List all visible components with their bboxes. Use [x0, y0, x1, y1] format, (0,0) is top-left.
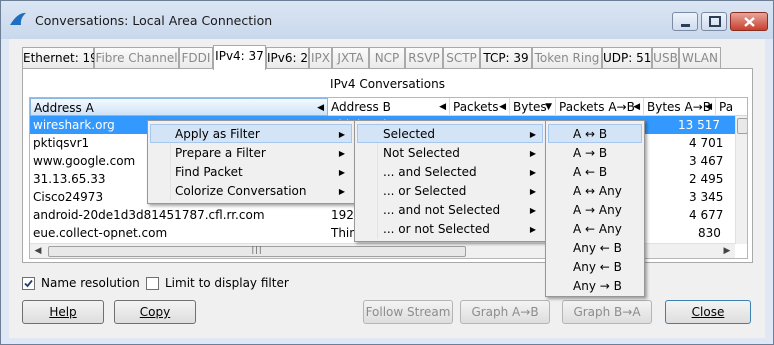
menu-item-prepare-a-filter[interactable]: Prepare a Filter ▶	[150, 144, 352, 163]
follow-stream-button[interactable]: Follow Stream	[363, 300, 453, 324]
submenu-arrow-icon: ▶	[338, 149, 345, 158]
checkmark-icon	[24, 279, 33, 288]
submenu-item-or-not-selected[interactable]: ... or not Selected ▶	[357, 220, 543, 239]
submenu-item-or-selected[interactable]: ... or Selected ▶	[357, 182, 543, 201]
scroll-left-icon[interactable]: ◀	[30, 244, 46, 258]
tab-rsvp[interactable]: RSVP	[405, 47, 443, 69]
menu-item-colorize-conversation[interactable]: Colorize Conversation ▶	[150, 182, 352, 201]
window-title: Conversations: Local Area Connection	[35, 13, 273, 28]
tab-ipv6[interactable]: IPv6: 2	[266, 47, 309, 69]
close-button[interactable]: Close	[665, 300, 751, 324]
submenu-arrow-icon: ▶	[338, 130, 345, 139]
submenu-arrow-icon: ▶	[338, 187, 345, 196]
close-window-button[interactable]	[730, 12, 768, 31]
limit-filter-checkbox[interactable]	[146, 277, 159, 290]
direction-item[interactable]: Any → B	[548, 277, 642, 296]
graph-ab-button[interactable]: Graph A→B	[460, 300, 550, 324]
submenu-arrow-icon: ▶	[529, 149, 536, 158]
direction-item[interactable]: A → Any	[548, 201, 642, 220]
tab-fibre-channel[interactable]: Fibre Channel	[94, 47, 179, 69]
direction-item[interactable]: A ← B	[548, 163, 642, 182]
minimize-button[interactable]	[672, 12, 698, 31]
direction-item[interactable]: Any ← B	[548, 258, 642, 277]
tab-udp[interactable]: UDP: 51	[602, 47, 652, 69]
tab-sctp[interactable]: SCTP	[443, 47, 480, 69]
tab-wlan[interactable]: WLAN	[679, 47, 721, 69]
submenu-item-and-not-selected[interactable]: ... and not Selected ▶	[357, 201, 543, 220]
submenu-arrow-icon: ▶	[529, 225, 536, 234]
name-resolution-checkbox[interactable]	[22, 277, 35, 290]
horizontal-scroll-thumb[interactable]: |||	[48, 245, 466, 257]
direction-item[interactable]: A ← Any	[548, 220, 642, 239]
tab-usb[interactable]: USB	[652, 47, 679, 69]
sort-left-icon: ◀	[439, 102, 446, 112]
panel-title: IPv4 Conversations	[330, 77, 445, 91]
sort-down-icon: ▼	[545, 102, 552, 112]
table-header: Address A ◀ Address B ◀ Packets ◀ Bytes ▼ Pa…	[30, 98, 747, 116]
direction-item[interactable]: A ↔ Any	[548, 182, 642, 201]
wireshark-fin-icon	[10, 12, 26, 25]
column-address-a[interactable]: Address A ◀	[30, 98, 328, 116]
sort-left-icon: ◀	[499, 102, 506, 112]
column-packets[interactable]: Packets ◀	[450, 98, 510, 116]
name-resolution-option[interactable]: Name resolution	[22, 276, 142, 292]
help-button[interactable]: Help	[22, 300, 104, 324]
limit-filter-option[interactable]: Limit to display filter	[146, 276, 296, 292]
close-icon	[744, 17, 755, 27]
tab-ipv4[interactable]: IPv4: 37	[213, 45, 266, 70]
minimize-icon	[681, 24, 690, 27]
menu-item-find-packet[interactable]: Find Packet ▶	[150, 163, 352, 182]
column-bytes-ab[interactable]: Bytes A→B ◀	[644, 98, 716, 116]
grip-icon: |||	[251, 245, 263, 254]
column-packets-ab[interactable]: Packets A→B ◀	[556, 98, 644, 116]
submenu-arrow-icon: ▶	[338, 168, 345, 177]
submenu-item-selected[interactable]: Selected ▶	[357, 124, 543, 143]
menu-item-apply-as-filter[interactable]: Apply as Filter ▶	[150, 124, 352, 143]
submenu-arrow-icon: ▶	[529, 130, 536, 139]
vertical-scroll-thumb[interactable]	[737, 118, 747, 134]
submenu-item-not-selected[interactable]: Not Selected ▶	[357, 144, 543, 163]
sort-left-icon: ◀	[633, 102, 640, 112]
scroll-right-icon[interactable]: ▶	[719, 244, 735, 258]
column-bytes[interactable]: Bytes ▼	[510, 98, 556, 116]
tab-fddi[interactable]: FDDI	[179, 47, 213, 69]
copy-button[interactable]: Copy	[114, 300, 196, 324]
sort-left-icon: ◀	[317, 103, 324, 113]
context-menu: Apply as Filter ▶ Prepare a Filter ▶ Fin…	[147, 120, 355, 204]
submenu-arrow-icon: ▶	[529, 206, 536, 215]
maximize-icon	[709, 16, 721, 27]
tab-ipx[interactable]: IPX	[309, 47, 332, 69]
direction-item[interactable]: A → B	[548, 144, 642, 163]
submenu-arrow-icon: ▶	[529, 187, 536, 196]
sort-left-icon: ◀	[705, 102, 712, 112]
column-address-b[interactable]: Address B ◀	[328, 98, 450, 116]
direction-item[interactable]: A ↔ B	[548, 124, 642, 143]
submenu-item-and-selected[interactable]: ... and Selected ▶	[357, 163, 543, 182]
direction-submenu: A ↔ B A → B A ← B A ↔ Any A → Any A ← An…	[545, 120, 645, 297]
title-bar[interactable]: Conversations: Local Area Connection	[1, 1, 773, 39]
tab-ncp[interactable]: NCP	[369, 47, 405, 69]
apply-filter-submenu: Selected ▶ Not Selected ▶ ... and Select…	[354, 120, 546, 242]
tab-ethernet[interactable]: Ethernet: 19	[22, 47, 98, 69]
tab-tcp[interactable]: TCP: 39	[480, 47, 532, 69]
column-packets-ba[interactable]: Pa	[716, 98, 747, 116]
maximize-button[interactable]	[701, 12, 727, 31]
submenu-arrow-icon: ▶	[529, 168, 536, 177]
tab-token-ring[interactable]: Token Ring	[532, 47, 602, 69]
vertical-scrollbar[interactable]	[735, 116, 747, 244]
direction-item[interactable]: Any ← B	[548, 239, 642, 258]
graph-ba-button[interactable]: Graph B→A	[562, 300, 652, 324]
tab-jxta[interactable]: JXTA	[332, 47, 369, 69]
